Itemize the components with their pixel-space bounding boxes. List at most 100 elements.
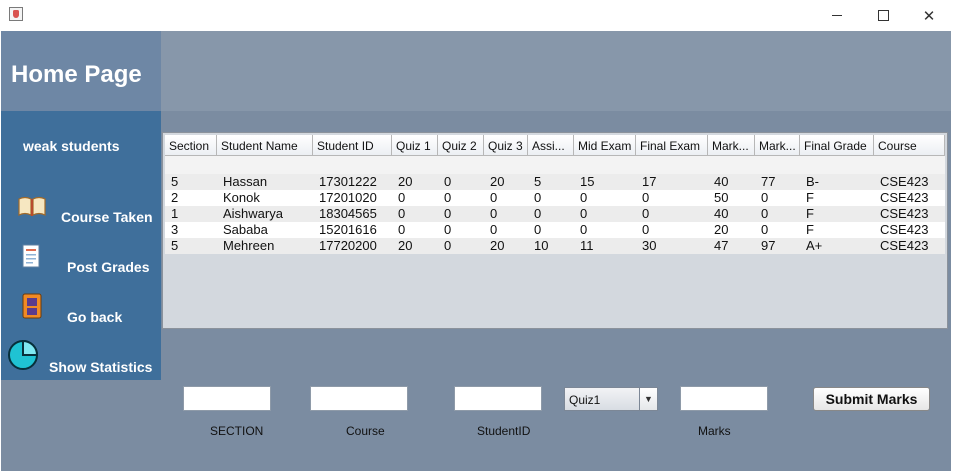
marks-input[interactable] bbox=[680, 386, 768, 411]
cell-assignment: 0 bbox=[534, 222, 542, 237]
cell-mid-exam: 11 bbox=[580, 238, 594, 253]
weak-students-button[interactable]: weak students bbox=[23, 138, 119, 154]
main-panel: Home Page weak students Course Taken Pos… bbox=[1, 31, 951, 471]
cell-quiz2: 0 bbox=[444, 190, 452, 205]
cell-quiz2: 0 bbox=[444, 206, 452, 221]
course-taken-button[interactable]: Course Taken bbox=[61, 209, 153, 225]
cell-mid-exam: 15 bbox=[580, 174, 595, 189]
cell-marks-1: 20 bbox=[714, 222, 729, 237]
cell-quiz1: 0 bbox=[398, 190, 406, 205]
cell-marks-2: 0 bbox=[761, 206, 769, 221]
cell-quiz3: 0 bbox=[490, 222, 498, 237]
cell-quiz3: 20 bbox=[490, 174, 505, 189]
cell-quiz3: 0 bbox=[490, 190, 498, 205]
column-header-student-name[interactable]: Student Name bbox=[217, 135, 313, 156]
cell-student-id: 17201020 bbox=[319, 190, 377, 205]
student-table[interactable]: Section Student Name Student ID Quiz 1 Q… bbox=[162, 132, 948, 329]
show-statistics-button[interactable]: Show Statistics bbox=[49, 359, 152, 375]
section-label: SECTION bbox=[210, 424, 264, 438]
cell-course: CSE423 bbox=[880, 238, 929, 253]
cell-mid-exam: 0 bbox=[580, 222, 588, 237]
cell-quiz1: 0 bbox=[398, 206, 406, 221]
column-header-section[interactable]: Section bbox=[165, 135, 217, 156]
book-icon bbox=[18, 195, 46, 217]
table-header: Section Student Name Student ID Quiz 1 Q… bbox=[165, 135, 945, 156]
cell-student-id: 18304565 bbox=[319, 206, 377, 221]
course-label: Course bbox=[346, 424, 385, 438]
cell-course: CSE423 bbox=[880, 174, 929, 189]
table-row[interactable]: 5 Mehreen 17720200 20 0 20 10 11 30 47 9… bbox=[165, 238, 945, 254]
go-back-button[interactable]: Go back bbox=[67, 309, 122, 325]
submit-marks-button[interactable]: Submit Marks bbox=[813, 387, 930, 411]
column-header-final-exam[interactable]: Final Exam bbox=[636, 135, 708, 156]
cell-final-exam: 0 bbox=[642, 206, 650, 221]
dropdown-arrow-icon[interactable]: ▼ bbox=[639, 388, 657, 410]
cell-student-id: 17301222 bbox=[319, 174, 377, 189]
marks-label: Marks bbox=[698, 424, 731, 438]
cell-student-id: 17720200 bbox=[319, 238, 377, 253]
post-grades-button[interactable]: Post Grades bbox=[67, 259, 149, 275]
cell-student-name: Sababa bbox=[223, 222, 268, 237]
page-title: Home Page bbox=[11, 61, 142, 88]
column-header-course[interactable]: Course bbox=[874, 135, 945, 156]
cell-quiz2: 0 bbox=[444, 238, 452, 253]
cell-assignment: 5 bbox=[534, 174, 542, 189]
cell-course: CSE423 bbox=[880, 190, 929, 205]
table-row[interactable]: 5 Hassan 17301222 20 0 20 5 15 17 40 77 … bbox=[165, 174, 945, 190]
column-header-quiz1[interactable]: Quiz 1 bbox=[392, 135, 438, 156]
close-icon: ✕ bbox=[922, 7, 936, 25]
cell-final-exam: 30 bbox=[642, 238, 657, 253]
cell-mid-exam: 0 bbox=[580, 190, 588, 205]
course-input[interactable] bbox=[310, 386, 408, 411]
cell-course: CSE423 bbox=[880, 222, 929, 237]
column-header-final-grade[interactable]: Final Grade bbox=[800, 135, 874, 156]
section-input[interactable] bbox=[183, 386, 271, 411]
column-header-quiz2[interactable]: Quiz 2 bbox=[438, 135, 484, 156]
cell-section: 1 bbox=[171, 206, 179, 221]
column-header-marks-2[interactable]: Mark... bbox=[755, 135, 800, 156]
cell-section: 5 bbox=[171, 174, 179, 189]
cell-marks-2: 0 bbox=[761, 222, 769, 237]
assessment-dropdown[interactable]: Quiz1 ▼ bbox=[564, 387, 658, 411]
cell-section: 2 bbox=[171, 190, 179, 205]
table-body: 5 Hassan 17301222 20 0 20 5 15 17 40 77 … bbox=[165, 156, 945, 254]
cell-marks-2: 77 bbox=[761, 174, 776, 189]
table-row[interactable]: 3 Sababa 15201616 0 0 0 0 0 0 20 0 F CSE… bbox=[165, 222, 945, 238]
cell-marks-1: 40 bbox=[714, 206, 729, 221]
cell-final-exam: 17 bbox=[642, 174, 657, 189]
cell-course: CSE423 bbox=[880, 206, 929, 221]
cell-quiz1: 20 bbox=[398, 238, 413, 253]
cell-final-grade: A+ bbox=[806, 238, 823, 253]
cell-final-grade: B- bbox=[806, 174, 819, 189]
table-row[interactable]: 2 Konok 17201020 0 0 0 0 0 0 50 0 F CSE4… bbox=[165, 190, 945, 206]
cell-final-grade: F bbox=[806, 206, 814, 221]
table-row[interactable]: 1 Aishwarya 18304565 0 0 0 0 0 0 40 0 F … bbox=[165, 206, 945, 222]
cell-student-name: Aishwarya bbox=[223, 206, 283, 221]
assessment-selected-value: Quiz1 bbox=[569, 393, 601, 407]
cell-section: 5 bbox=[171, 238, 179, 253]
java-app-icon bbox=[9, 7, 23, 21]
cell-final-grade: F bbox=[806, 190, 814, 205]
cell-student-name: Hassan bbox=[223, 174, 268, 189]
close-button[interactable]: ✕ bbox=[906, 0, 952, 31]
cell-final-exam: 0 bbox=[642, 222, 650, 237]
maximize-button[interactable] bbox=[860, 0, 906, 31]
column-header-student-id[interactable]: Student ID bbox=[313, 135, 392, 156]
header-band bbox=[161, 31, 951, 111]
cell-assignment: 0 bbox=[534, 190, 542, 205]
door-icon bbox=[21, 293, 43, 319]
cell-final-grade: F bbox=[806, 222, 814, 237]
column-header-quiz3[interactable]: Quiz 3 bbox=[484, 135, 528, 156]
student-id-input[interactable] bbox=[454, 386, 542, 411]
column-header-assignment[interactable]: Assi... bbox=[528, 135, 574, 156]
column-header-marks-1[interactable]: Mark... bbox=[708, 135, 755, 156]
pie-chart-icon bbox=[7, 339, 39, 371]
minimize-button[interactable] bbox=[814, 0, 860, 31]
column-header-mid-exam[interactable]: Mid Exam bbox=[574, 135, 636, 156]
cell-final-exam: 0 bbox=[642, 190, 650, 205]
cell-quiz3: 20 bbox=[490, 238, 505, 253]
cell-quiz2: 0 bbox=[444, 222, 452, 237]
minimize-icon bbox=[832, 15, 842, 16]
maximize-icon bbox=[877, 10, 889, 21]
cell-marks-1: 50 bbox=[714, 190, 729, 205]
